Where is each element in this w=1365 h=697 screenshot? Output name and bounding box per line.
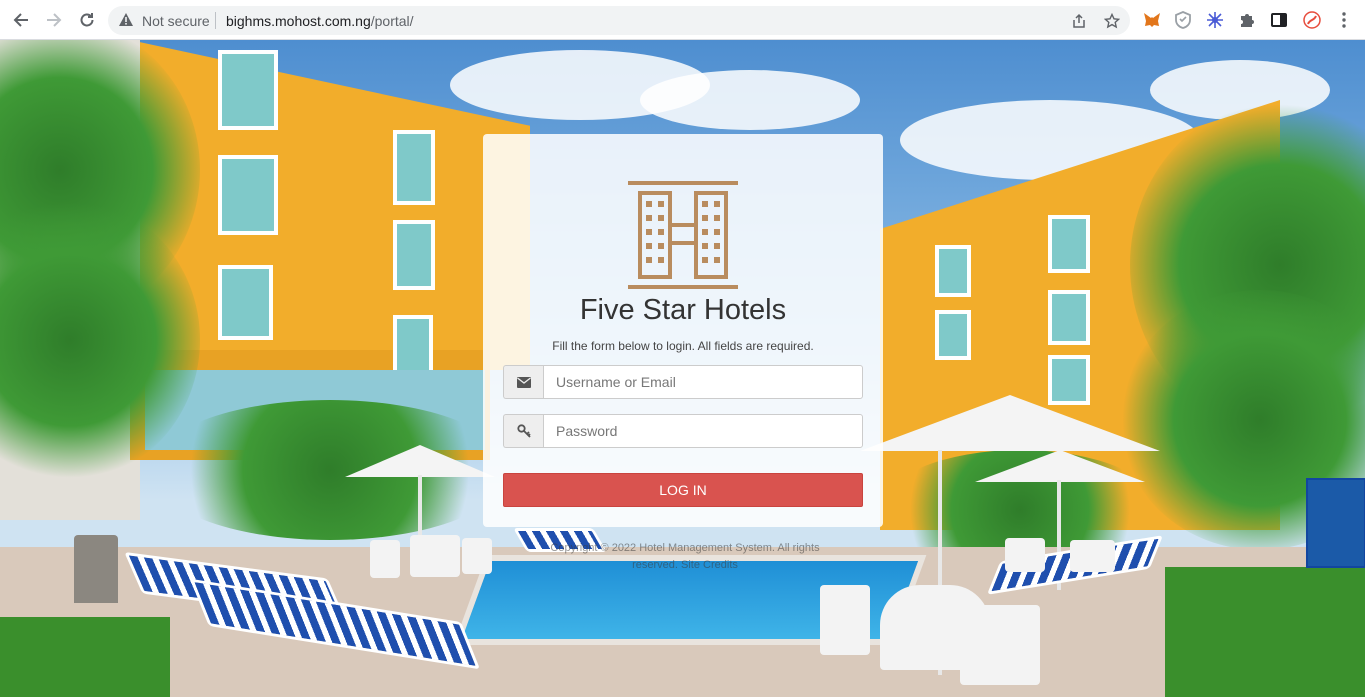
puzzle-extensions-icon[interactable] — [1238, 11, 1256, 29]
url-host: bighms.mohost.com.ng — [226, 13, 371, 29]
forward-icon[interactable] — [42, 8, 66, 32]
shield-extension-icon[interactable] — [1174, 11, 1192, 29]
login-card: Five Star Hotels Fill the form below to … — [483, 134, 883, 527]
menu-kebab-icon[interactable] — [1335, 11, 1353, 29]
hotel-logo — [628, 181, 738, 289]
security-status[interactable]: Not secure — [142, 13, 210, 29]
address-bar[interactable]: Not secure bighms.mohost.com.ng/portal/ — [108, 6, 1130, 35]
profile-icon[interactable] — [1303, 11, 1321, 29]
login-instructions: Fill the form below to login. All fields… — [552, 339, 814, 353]
url-path: /portal/ — [370, 13, 414, 29]
site-credits-link[interactable]: Site Credits — [681, 559, 738, 571]
snowflake-extension-icon[interactable] — [1206, 11, 1224, 29]
username-group — [503, 365, 863, 399]
metamask-fox-icon[interactable] — [1143, 11, 1161, 29]
reload-icon[interactable] — [75, 8, 99, 32]
omnibox-divider — [215, 12, 216, 29]
key-icon — [503, 414, 543, 448]
bookmark-star-icon[interactable] — [1104, 13, 1120, 29]
username-input[interactable] — [543, 365, 863, 399]
footer-copyright: Copyright © 2022 Hotel Management System… — [535, 540, 835, 574]
brand-title: Five Star Hotels — [579, 294, 787, 326]
password-input[interactable] — [543, 414, 863, 448]
share-icon[interactable] — [1071, 13, 1087, 29]
side-panel-icon[interactable] — [1270, 11, 1288, 29]
url-text[interactable]: bighms.mohost.com.ng/portal/ — [226, 13, 414, 29]
warning-icon[interactable] — [118, 12, 134, 28]
envelope-icon — [503, 365, 543, 399]
back-icon[interactable] — [9, 8, 33, 32]
browser-toolbar: Not secure bighms.mohost.com.ng/portal/ — [0, 0, 1365, 40]
login-button[interactable]: LOG IN — [503, 473, 863, 507]
password-group — [503, 414, 863, 448]
